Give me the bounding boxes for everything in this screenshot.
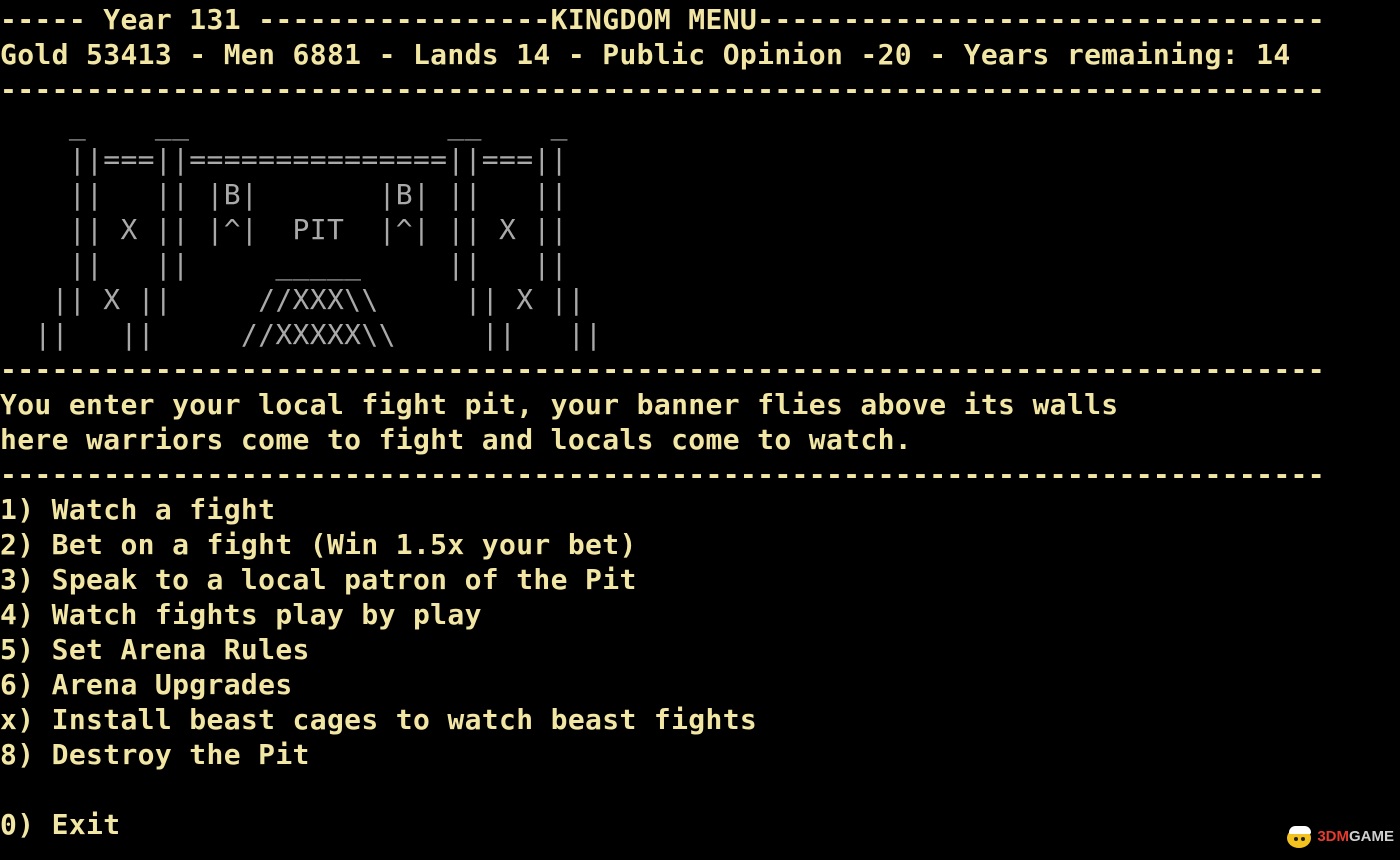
pit-menu: 1) Watch a fight 2) Bet on a fight (Win … bbox=[0, 492, 1400, 842]
description-line: here warriors come to fight and locals c… bbox=[0, 423, 912, 456]
terminal-window: ----- Year 131 -----------------KINGDOM … bbox=[0, 2, 1400, 842]
menu-option-arena-rules[interactable]: 5) Set Arena Rules bbox=[0, 632, 1400, 667]
menu-option-watch-fight[interactable]: 1) Watch a fight bbox=[0, 492, 1400, 527]
kingdom-stats-line: Gold 53413 - Men 6881 - Lands 14 - Publi… bbox=[0, 38, 1291, 71]
menu-option-speak-patron[interactable]: 3) Speak to a local patron of the Pit bbox=[0, 562, 1400, 597]
ascii-art-line: _ __ __ _ bbox=[0, 108, 568, 141]
watermark-text: 3DMGAME bbox=[1317, 819, 1394, 854]
ascii-art-line: || X || |^| PIT |^| || X || bbox=[0, 213, 568, 246]
ascii-art-line: || || //XXXXX\\ || || bbox=[0, 318, 603, 351]
header-title-line: ----- Year 131 -----------------KINGDOM … bbox=[0, 3, 1325, 36]
fight-pit-ascii-art: _ __ __ _ ||===||===============||===|| … bbox=[0, 107, 1400, 352]
menu-option-arena-upgrades[interactable]: 6) Arena Upgrades bbox=[0, 667, 1400, 702]
site-watermark: 3DMGAME bbox=[1287, 819, 1394, 854]
watermark-prefix: 3DM bbox=[1317, 828, 1349, 845]
ascii-art-line: || X || //XXX\\ || X || bbox=[0, 283, 586, 316]
menu-option-bet-fight[interactable]: 2) Bet on a fight (Win 1.5x your bet) bbox=[0, 527, 1400, 562]
description-divider-top: ----------------------------------------… bbox=[0, 353, 1325, 386]
ascii-art-line: ||===||===============||===|| bbox=[0, 143, 568, 176]
watermark-suffix: GAME bbox=[1349, 828, 1394, 845]
menu-option-destroy-pit[interactable]: 8) Destroy the Pit bbox=[0, 737, 1400, 772]
ascii-art-line: || || _____ || || bbox=[0, 248, 568, 281]
header-divider: ----------------------------------------… bbox=[0, 73, 1325, 106]
menu-spacer bbox=[0, 772, 1400, 807]
ascii-art-line: || || |B| |B| || || bbox=[0, 178, 568, 211]
description-divider-bottom: ----------------------------------------… bbox=[0, 458, 1325, 491]
menu-option-beast-cages[interactable]: x) Install beast cages to watch beast fi… bbox=[0, 702, 1400, 737]
menu-option-play-by-play[interactable]: 4) Watch fights play by play bbox=[0, 597, 1400, 632]
mascot-logo-icon bbox=[1287, 825, 1313, 848]
menu-option-exit[interactable]: 0) Exit bbox=[0, 807, 1400, 842]
description-line: You enter your local fight pit, your ban… bbox=[0, 388, 1119, 421]
